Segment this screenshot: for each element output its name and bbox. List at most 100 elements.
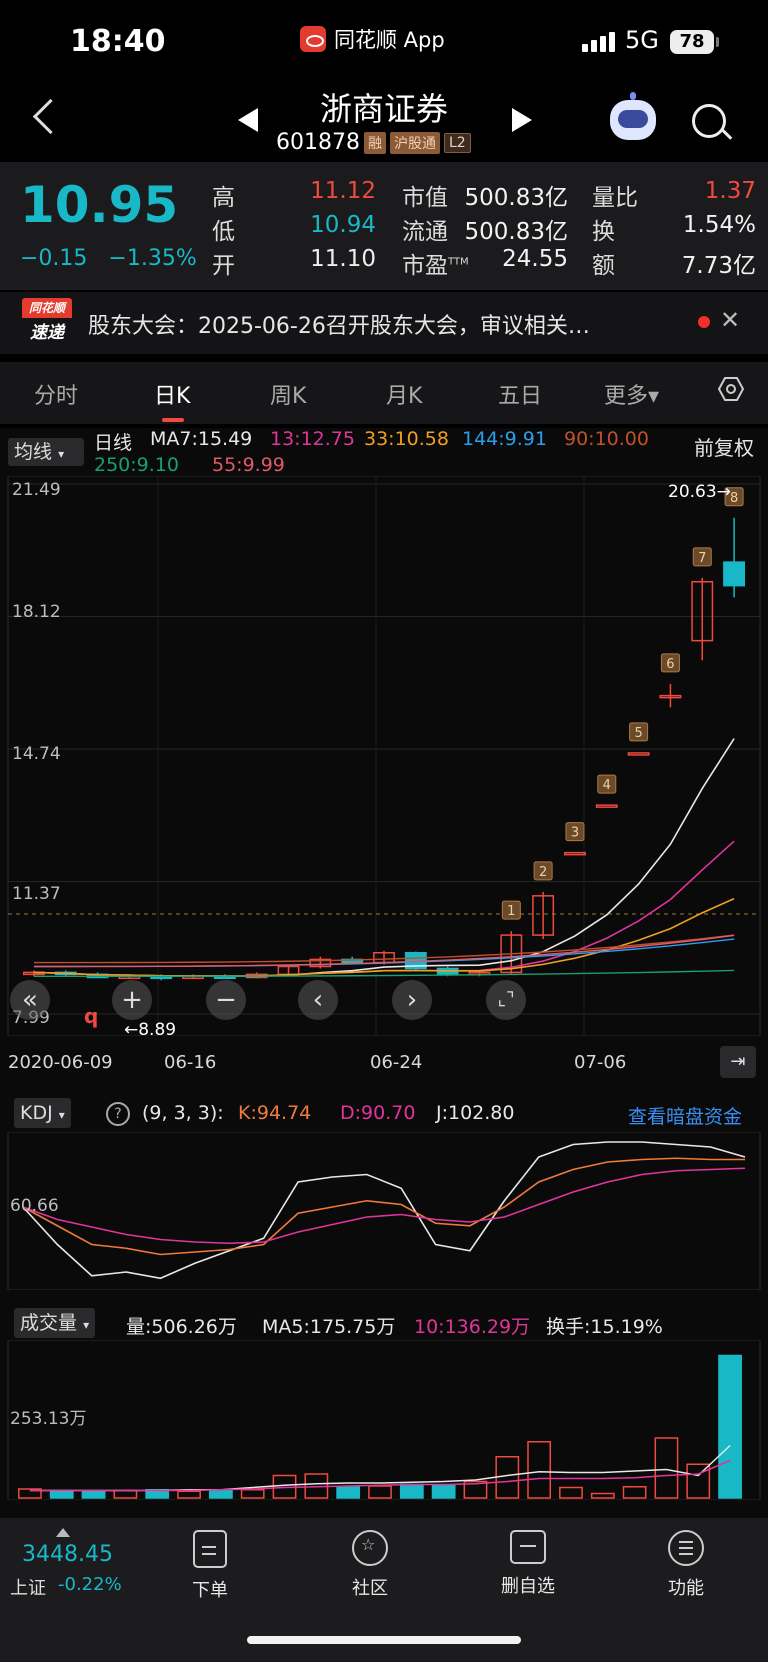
turnover-value: 1.54% (682, 212, 756, 238)
kdj-selector[interactable]: KDJ ▾ (14, 1098, 71, 1128)
ma-selector-label: 均线 (14, 441, 53, 463)
float-value: 500.83亿 (464, 219, 568, 245)
nav-community[interactable]: ☆ 社区 (320, 1530, 420, 1600)
nav-remove-watchlist[interactable]: 删自选 (478, 1530, 578, 1598)
ma-item-6: 55:9.99 (212, 454, 285, 476)
help-icon[interactable]: ? (106, 1102, 130, 1126)
kdj-y-tick: 60.66 (10, 1196, 59, 1216)
tab-five-day[interactable]: 五日 (498, 378, 542, 410)
y-tick-3: 11.37 (12, 884, 61, 904)
ma-item-0: MA7:15.49 (150, 428, 253, 450)
limit-badge-label: 2 (539, 865, 547, 880)
status-app-label: 同花顺 App (334, 28, 445, 52)
x-tick-0: 2020-06-09 (8, 1052, 113, 1073)
kdj-line (22, 1157, 745, 1256)
low-value: 10.94 (310, 212, 376, 238)
nav-community-label: 社区 (352, 1578, 388, 1599)
tab-monthly-k[interactable]: 月K (386, 378, 422, 410)
volume-ma-line (29, 1444, 731, 1492)
stock-code-row: 601878 融 沪股通 L2 (276, 130, 471, 155)
nav-order-label: 下单 (192, 1580, 228, 1601)
vol-item-1: MA5:175.75万 (262, 1316, 396, 1338)
home-indicator[interactable] (247, 1636, 521, 1644)
limit-badge-label: 7 (698, 551, 706, 566)
ma-item-2: 33:10.58 (364, 428, 449, 450)
amount-value: 7.73亿 (681, 253, 756, 279)
fullscreen-button[interactable]: ⌞⌝ (486, 980, 526, 1020)
vol-item-0: 量:506.26万 (126, 1316, 237, 1338)
vol-item-3: 换手:15.19% (546, 1316, 663, 1338)
kdj-line (22, 1141, 746, 1280)
nav-functions[interactable]: 功能 (636, 1530, 736, 1600)
scroll-right-button[interactable]: › (392, 980, 432, 1020)
next-stock-icon[interactable] (512, 108, 532, 132)
stock-code: 601878 (276, 130, 360, 155)
tab-daily-k[interactable]: 日K (154, 378, 190, 410)
float-label: 流通 (402, 219, 448, 245)
change-value: −0.15 (20, 246, 88, 271)
price-change: −0.15 −1.35% (20, 246, 197, 271)
high-label: 高 (212, 185, 235, 211)
pe-value: 24.55 (502, 246, 568, 272)
remove-watchlist-icon (510, 1530, 546, 1564)
kline-chart[interactable]: 1 2 3 4 5 6 7 8 (0, 476, 768, 1036)
jump-latest-icon[interactable]: ⇥ (720, 1046, 756, 1078)
status-app-name[interactable]: 同花顺 App (300, 24, 445, 54)
volume-bar (527, 1441, 552, 1499)
candle-body (723, 561, 746, 587)
kdj-frame (7, 1132, 761, 1290)
ma-selector[interactable]: 均线 ▾ (8, 438, 84, 466)
search-icon[interactable] (692, 104, 726, 138)
kline-badges: 1 2 3 4 5 6 7 8 (501, 487, 744, 920)
battery-icon: 78 (670, 30, 714, 54)
volume-frame (7, 1340, 761, 1500)
chevron-down-icon: ▾ (83, 1318, 90, 1332)
adjust-mode[interactable]: 前复权 (694, 432, 754, 461)
news-logo: 同花顺 速递 (22, 298, 72, 344)
volume-bar (368, 1485, 392, 1499)
ma-item-4: 90:10.00 (564, 428, 649, 450)
settings-hexagon-icon[interactable] (718, 376, 744, 402)
close-icon[interactable]: ✕ (720, 306, 740, 334)
kline-ma-lines (33, 738, 735, 978)
nav-order[interactable]: 下单 (160, 1530, 260, 1602)
volume-chart[interactable] (0, 1340, 768, 1500)
turnover-label: 换 (592, 219, 615, 245)
zoom-out-all-button[interactable]: « (10, 980, 50, 1020)
volume-bar (336, 1486, 361, 1499)
prev-stock-icon[interactable] (238, 108, 258, 132)
tab-intraday[interactable]: 分时 (34, 378, 78, 410)
scroll-left-button[interactable]: ‹ (298, 980, 338, 1020)
limit-badge-label: 1 (507, 904, 515, 919)
volratio-value: 1.37 (704, 178, 756, 204)
kdj-chart[interactable] (0, 1132, 768, 1290)
news-logo-bottom: 速递 (30, 323, 64, 343)
index-name: 上证 (10, 1578, 46, 1599)
volume-selector[interactable]: 成交量 ▾ (14, 1308, 96, 1338)
zoom-in-button[interactable]: + (112, 980, 152, 1020)
network-label: 5G (625, 26, 659, 54)
volume-bar (399, 1483, 424, 1499)
expand-up-icon[interactable] (56, 1528, 70, 1537)
q-marker[interactable]: q (84, 1004, 98, 1028)
ma-item-1: 13:12.75 (270, 428, 355, 450)
dark-pool-link[interactable]: 查看暗盘资金 (628, 1102, 742, 1129)
candle-body (595, 804, 618, 808)
tab-more[interactable]: 更多▾ (604, 378, 659, 410)
volume-bar (495, 1456, 520, 1499)
tab-weekly-k[interactable]: 周K (270, 378, 306, 410)
candle-body (627, 752, 650, 756)
news-text[interactable]: 股东大会：2025-06-26召开股东大会，审议相关… (88, 308, 678, 340)
ma-item-3: 144:9.91 (462, 428, 547, 450)
zoom-out-button[interactable]: − (206, 980, 246, 1020)
volume-y-tick: 253.13万 (10, 1409, 87, 1429)
volume-bar (208, 1489, 233, 1499)
tab-indicator (162, 418, 184, 422)
min-price-label: ←8.89 (124, 1020, 177, 1040)
index-value[interactable]: 3448.45 (22, 1542, 113, 1567)
margin-tag: 融 (363, 131, 386, 154)
assistant-robot-icon[interactable] (610, 92, 656, 140)
volume-bar (177, 1490, 201, 1499)
amount-label: 额 (592, 253, 615, 279)
community-star-icon: ☆ (352, 1530, 388, 1566)
